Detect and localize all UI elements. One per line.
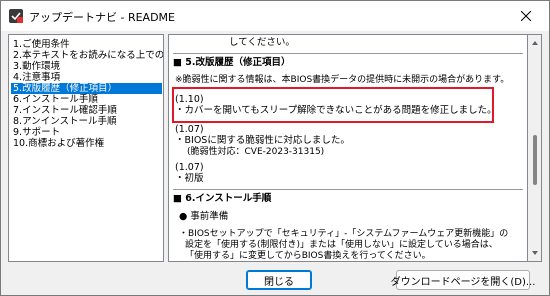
title-bar: アップデートナビ - README (1, 1, 549, 31)
open-download-page-button[interactable]: ダウンロードページを開く(D)... (391, 270, 535, 290)
window-close-button[interactable] (503, 1, 549, 31)
prep-line-3: 「使用する」に変更してからBIOS書換えを行ってください。 (185, 251, 431, 261)
section5-heading: ■ 5.改版履歴（修正項目） (173, 57, 291, 68)
toc-item-9[interactable]: 9.サポート (11, 127, 162, 138)
vuln-note: ※脆弱性に関する情報は、本BIOS書換データの提供時に未開示の場合があります。 (175, 75, 510, 85)
readme-content[interactable]: してください。 ■ 5.改版履歴（修正項目） ※脆弱性に関する情報は、本BIOS… (168, 34, 528, 262)
app-icon (9, 9, 23, 23)
close-icon (521, 11, 531, 21)
divider (173, 189, 523, 190)
toc-item-6[interactable]: 6.インストール手順 (11, 94, 162, 105)
version-1-07-text2: (脆弱性対応：CVE-2023-31315) (187, 147, 325, 157)
toc-item-5[interactable]: 5.改版履歴（修正項目） (11, 83, 162, 94)
divider (173, 53, 523, 54)
toc-item-4[interactable]: 4.注意事項 (11, 72, 162, 83)
content-scrollbar[interactable] (528, 34, 542, 262)
toc-item-8[interactable]: 8.アンインストール手順 (11, 116, 162, 127)
toc-item-7[interactable]: 7.インストール確認手順 (11, 105, 162, 116)
scroll-down-icon[interactable] (531, 249, 539, 257)
scroll-thumb[interactable] (533, 135, 537, 185)
toc-item-10[interactable]: 10.商標および著作権 (11, 138, 162, 149)
version-1-07b-text: ・初版 (175, 173, 204, 184)
content-top-line: してください。 (229, 37, 295, 48)
window-title: アップデートナビ - README (29, 11, 175, 24)
toc-item-2[interactable]: 2.本テキストをお読みになる上での (11, 50, 163, 61)
toc-list[interactable]: 1.ご使用条件 2.本テキストをお読みになる上での 3.動作環境 4.注意事項 … (8, 34, 164, 262)
close-button[interactable]: 閉じる (246, 270, 312, 290)
prep-heading: ● 事前準備 (179, 211, 229, 222)
toc-item-3[interactable]: 3.動作環境 (11, 61, 162, 72)
highlight-box (172, 87, 494, 123)
scroll-up-icon[interactable] (531, 39, 539, 47)
toc-item-1[interactable]: 1.ご使用条件 (11, 39, 162, 50)
section6-heading: ■ 6.インストール手順 (173, 193, 272, 204)
